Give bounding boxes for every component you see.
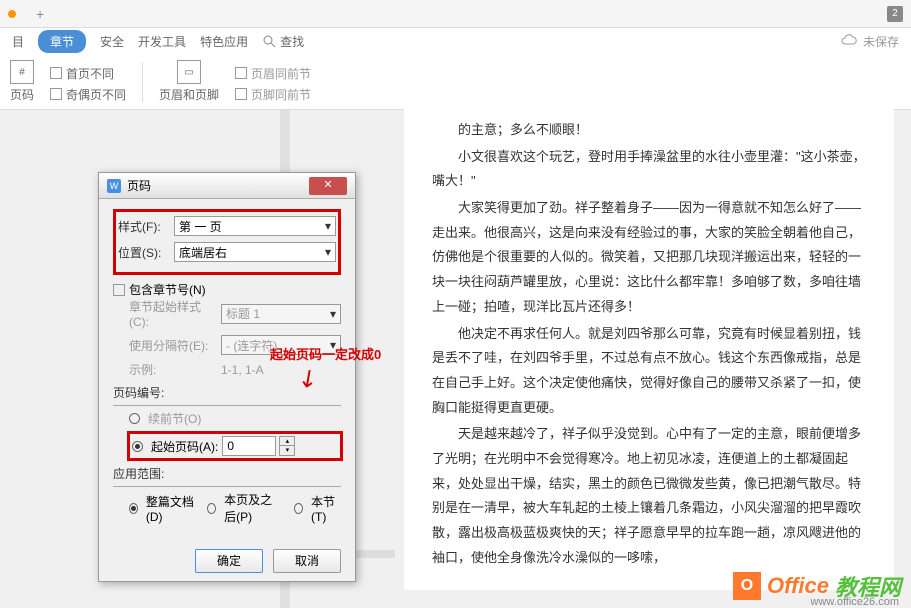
example-label: 示例: <box>129 361 217 378</box>
checkbox-icon <box>235 88 247 100</box>
search-icon <box>262 34 276 48</box>
checkbox-icon <box>50 88 62 100</box>
menu-item-chapter[interactable]: 章节 <box>38 30 86 53</box>
watermark-url: www.office26.com <box>811 596 899 608</box>
separator-line <box>113 486 341 487</box>
style-select[interactable]: 第 一 页 <box>174 216 336 236</box>
search-label: 查找 <box>280 33 304 50</box>
unsaved-label: 未保存 <box>863 33 899 50</box>
spinner-down[interactable]: ▾ <box>280 446 294 455</box>
spinner[interactable]: ▴▾ <box>279 436 295 456</box>
header-footer-button[interactable]: ▭ 页眉和页脚 <box>159 60 219 103</box>
example-value: 1-1, 1-A <box>221 363 264 377</box>
dialog-title-text: 页码 <box>127 177 151 194</box>
spinner-up[interactable]: ▴ <box>280 437 294 446</box>
dialog-icon: W <box>107 179 121 193</box>
highlight-box-top: 样式(F): 第 一 页 位置(S): 底端居右 <box>113 209 341 275</box>
page-number-icon: # <box>10 60 34 84</box>
check-odd-even-different[interactable]: 奇偶页不同 <box>50 86 126 103</box>
radio-from-page[interactable] <box>207 503 216 514</box>
chapter-style-select: 标题 1 <box>221 304 341 324</box>
tab-indicator <box>8 10 16 18</box>
cloud-icon <box>841 33 857 49</box>
radio-whole-doc[interactable] <box>129 503 138 514</box>
paragraph: 天是越来越冷了，祥子似乎没觉到。心中有了一定的主意，眼前便增多了光明；在光明中不… <box>432 422 866 570</box>
paragraph: 的主意；多么不顺眼！ <box>432 118 866 143</box>
paragraph: 他决定不再求任何人。就是刘四爷那么可靠，究竟有时候显着别扭，钱是丢不了哇，在刘四… <box>432 322 866 421</box>
range-options: 整篇文档(D) 本页及之后(P) 本节(T) <box>129 491 341 525</box>
menu-item-view[interactable]: 目 <box>12 33 24 50</box>
watermark-logo-icon: O <box>733 572 761 600</box>
paragraph: 小文很喜欢这个玩艺，登时用手捧澡盆里的水往小壶里灌："这小茶壶，嘴大！" <box>432 145 866 194</box>
checkbox-icon <box>235 67 247 79</box>
separator-line <box>113 405 341 406</box>
cancel-button[interactable]: 取消 <box>273 549 341 573</box>
menu-item-devtools[interactable]: 开发工具 <box>138 33 186 50</box>
close-button[interactable]: ✕ <box>309 177 347 195</box>
menu-search[interactable]: 查找 <box>262 33 304 50</box>
ribbon-separator <box>142 62 143 102</box>
checkbox-icon <box>50 67 62 79</box>
page-number-button[interactable]: # 页码 <box>10 60 34 103</box>
dialog-body: 样式(F): 第 一 页 位置(S): 底端居右 包含章节号(N) 章节起始样式… <box>99 199 355 541</box>
page-number-label: 页码 <box>10 86 34 103</box>
start-at-label: 起始页码(A): <box>151 438 218 455</box>
menu-bar: 目 章节 安全 开发工具 特色应用 查找 未保存 <box>0 28 911 54</box>
menu-item-security[interactable]: 安全 <box>100 33 124 50</box>
position-label: 位置(S): <box>118 244 170 261</box>
dialog-titlebar[interactable]: W 页码 ✕ <box>99 173 355 199</box>
radio-continue[interactable] <box>129 413 140 424</box>
chapter-start-label: 章节起始样式(C): <box>129 298 217 329</box>
style-label: 样式(F): <box>118 218 170 235</box>
annotation-text: 起始页码一定改成0 <box>270 344 381 363</box>
highlight-box-start: 起始页码(A): 0 ▴▾ <box>127 431 343 461</box>
numbering-options: 续前节(O) 起始页码(A): 0 ▴▾ <box>129 410 341 461</box>
start-number-input[interactable]: 0 <box>222 436 276 456</box>
check-footer-link-previous[interactable]: 页脚同前节 <box>235 86 311 103</box>
new-tab-button[interactable]: + <box>36 6 44 22</box>
radio-start-at[interactable] <box>132 441 143 452</box>
separator-label: 使用分隔符(E): <box>129 337 217 354</box>
apply-range-label: 应用范围: <box>113 465 341 482</box>
header-footer-icon: ▭ <box>177 60 201 84</box>
document-page[interactable]: 的主意；多么不顺眼！ 小文很喜欢这个玩艺，登时用手捧澡盆里的水往小壶里灌："这小… <box>404 100 894 590</box>
check-first-page-different[interactable]: 首页不同 <box>50 65 126 82</box>
continue-label: 续前节(O) <box>148 410 201 427</box>
check-header-link-previous[interactable]: 页眉同前节 <box>235 65 311 82</box>
menu-item-features[interactable]: 特色应用 <box>200 33 248 50</box>
ok-button[interactable]: 确定 <box>195 549 263 573</box>
paragraph: 大家笑得更加了劲。祥子整着身子——因为一得意就不知怎么好了——走出来。他很高兴，… <box>432 196 866 319</box>
checkbox-icon <box>113 284 125 296</box>
radio-this-section[interactable] <box>294 503 303 514</box>
position-select[interactable]: 底端居右 <box>174 242 336 262</box>
dialog-footer: 确定 取消 <box>99 541 355 581</box>
tab-bar: + 2 <box>0 0 911 28</box>
menu-right: 未保存 <box>841 33 899 50</box>
header-footer-label: 页眉和页脚 <box>159 86 219 103</box>
link-previous-checks: 页眉同前节 页脚同前节 <box>235 61 311 103</box>
page-difference-checks: 首页不同 奇偶页不同 <box>50 61 126 103</box>
include-chapter-checkbox[interactable]: 包含章节号(N) <box>113 281 341 298</box>
tab-badge[interactable]: 2 <box>887 6 903 22</box>
